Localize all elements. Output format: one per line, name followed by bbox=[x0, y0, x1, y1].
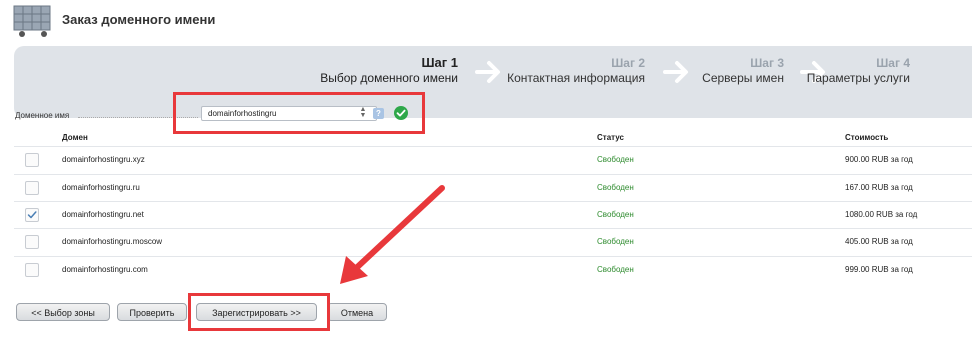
step-1: Шаг 1 Выбор доменного имени bbox=[320, 56, 458, 86]
steps-banner: Шаг 1 Выбор доменного имени Шаг 2 Контак… bbox=[14, 46, 972, 118]
domain-cell: domainforhostingru.com bbox=[62, 265, 148, 274]
row-checkbox[interactable] bbox=[25, 263, 39, 277]
table-row: domainforhostingru.xyz Свободен 900.00 R… bbox=[14, 146, 972, 174]
step-3-number: Шаг 3 bbox=[750, 56, 784, 70]
price-cell: 999.00 RUB за год bbox=[845, 265, 913, 274]
row-checkbox[interactable] bbox=[25, 153, 39, 167]
back-to-zone-button[interactable]: << Выбор зоны bbox=[16, 303, 110, 321]
page-title: Заказ доменного имени bbox=[62, 12, 216, 27]
annotation-arrow-icon bbox=[340, 185, 445, 284]
table-row: domainforhostingru.com Свободен 999.00 R… bbox=[14, 256, 972, 284]
status-cell: Свободен bbox=[597, 155, 634, 164]
highlight-box bbox=[173, 92, 425, 134]
domain-cell: domainforhostingru.xyz bbox=[62, 155, 145, 164]
step-1-label: Выбор доменного имени bbox=[320, 71, 458, 85]
price-cell: 405.00 RUB за год bbox=[845, 237, 913, 246]
highlight-box bbox=[188, 293, 330, 331]
step-2-number: Шаг 2 bbox=[611, 56, 645, 70]
column-header-domain: Домен bbox=[62, 133, 88, 142]
checkmark-icon bbox=[27, 211, 37, 219]
check-button[interactable]: Проверить bbox=[117, 303, 187, 321]
step-4-number: Шаг 4 bbox=[876, 56, 910, 70]
row-checkbox[interactable] bbox=[25, 235, 39, 249]
row-checkbox[interactable] bbox=[25, 181, 39, 195]
step-1-number: Шаг 1 bbox=[421, 55, 458, 70]
step-2-label: Контактная информация bbox=[507, 71, 645, 85]
arrow-right-icon bbox=[663, 61, 688, 83]
arrow-right-icon bbox=[475, 61, 500, 83]
step-4: Шаг 4 Параметры услуги bbox=[807, 56, 910, 86]
table-row: domainforhostingru.ru Свободен 167.00 RU… bbox=[14, 174, 972, 202]
price-cell: 900.00 RUB за год bbox=[845, 155, 913, 164]
step-3-label: Серверы имен bbox=[702, 71, 784, 85]
shopping-cart-icon bbox=[13, 5, 51, 37]
step-2: Шаг 2 Контактная информация bbox=[507, 56, 645, 86]
step-3: Шаг 3 Серверы имен bbox=[702, 56, 784, 86]
column-header-price: Стоимость bbox=[845, 133, 889, 142]
table-row: domainforhostingru.net Свободен 1080.00 … bbox=[14, 201, 972, 229]
status-cell: Свободен bbox=[597, 183, 634, 192]
row-checkbox[interactable] bbox=[25, 208, 39, 222]
price-cell: 167.00 RUB за год bbox=[845, 183, 913, 192]
price-cell: 1080.00 RUB за год bbox=[845, 210, 918, 219]
domain-cell: domainforhostingru.moscow bbox=[62, 237, 163, 246]
table-row: domainforhostingru.moscow Свободен 405.0… bbox=[14, 228, 972, 256]
domain-field-label: Доменное имя bbox=[15, 111, 70, 120]
cancel-button[interactable]: Отмена bbox=[327, 303, 387, 321]
status-cell: Свободен bbox=[597, 265, 634, 274]
domain-cell: domainforhostingru.ru bbox=[62, 183, 140, 192]
step-4-label: Параметры услуги bbox=[806, 71, 910, 85]
status-cell: Свободен bbox=[597, 237, 634, 246]
domain-cell: domainforhostingru.net bbox=[62, 210, 144, 219]
column-header-status: Статус bbox=[597, 133, 624, 142]
status-cell: Свободен bbox=[597, 210, 634, 219]
